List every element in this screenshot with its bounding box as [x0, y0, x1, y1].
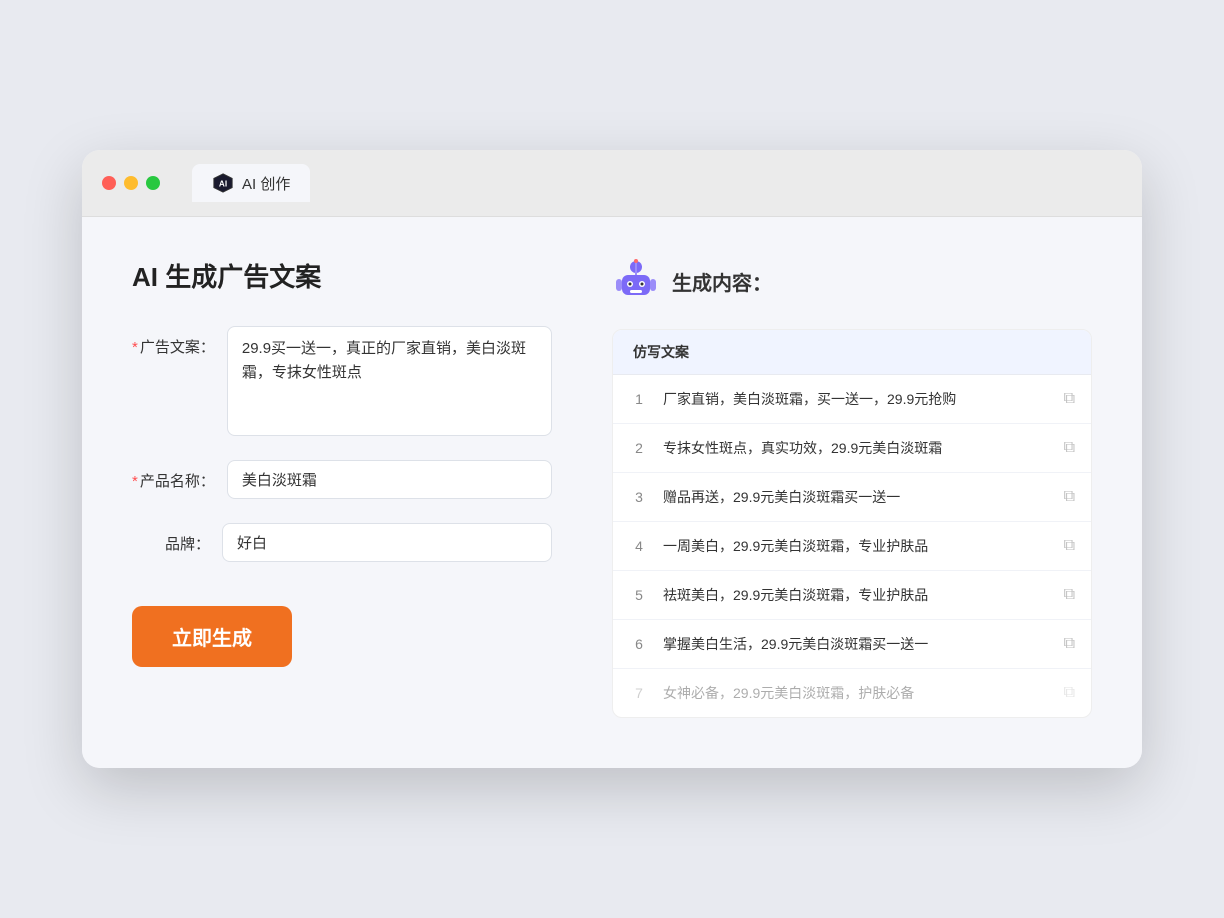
row-text: 一周美白，29.9元美白淡斑霜，专业护肤品	[663, 536, 1050, 556]
row-number: 4	[629, 538, 649, 554]
table-row: 6 掌握美白生活，29.9元美白淡斑霜买一送一 ⧉	[613, 620, 1091, 669]
result-table-header: 仿写文案	[613, 330, 1091, 375]
table-row: 1 厂家直销，美白淡斑霜，买一送一，29.9元抢购 ⧉	[613, 375, 1091, 424]
browser-content: AI 生成广告文案 *广告文案： 29.9买一送一，真正的厂家直销，美白淡斑霜，…	[82, 217, 1142, 768]
row-text: 专抹女性斑点，真实功效，29.9元美白淡斑霜	[663, 438, 1050, 458]
ai-tab-icon: AI	[212, 172, 234, 194]
row-text: 祛斑美白，29.9元美白淡斑霜，专业护肤品	[663, 585, 1050, 605]
product-name-input[interactable]	[227, 460, 552, 499]
row-text: 赠品再送，29.9元美白淡斑霜买一送一	[663, 487, 1050, 507]
row-number: 3	[629, 489, 649, 505]
brand-input[interactable]	[222, 523, 552, 562]
copy-icon[interactable]: ⧉	[1064, 537, 1075, 555]
browser-titlebar: AI AI 创作	[82, 150, 1142, 217]
result-header: 生成内容：	[612, 257, 1092, 305]
required-star-product: *	[132, 473, 138, 490]
table-row: 3 赠品再送，29.9元美白淡斑霜买一送一 ⧉	[613, 473, 1091, 522]
row-number: 6	[629, 636, 649, 652]
form-group-ad-copy: *广告文案： 29.9买一送一，真正的厂家直销，美白淡斑霜，专抹女性斑点	[132, 326, 552, 436]
traffic-lights	[102, 176, 160, 190]
browser-window: AI AI 创作 AI 生成广告文案 *广告文案： 29.9买一送一，真正的厂家…	[82, 150, 1142, 768]
copy-icon[interactable]: ⧉	[1064, 488, 1075, 506]
close-button[interactable]	[102, 176, 116, 190]
form-group-product-name: *产品名称：	[132, 460, 552, 499]
browser-tab[interactable]: AI AI 创作	[192, 164, 310, 202]
tab-title: AI 创作	[242, 173, 290, 194]
product-name-label: *产品名称：	[132, 460, 227, 491]
required-star-ad: *	[132, 339, 138, 356]
page-title: AI 生成广告文案	[132, 257, 552, 294]
copy-icon[interactable]: ⧉	[1064, 390, 1075, 408]
ad-copy-input[interactable]: 29.9买一送一，真正的厂家直销，美白淡斑霜，专抹女性斑点	[227, 326, 552, 436]
copy-icon[interactable]: ⧉	[1064, 684, 1075, 702]
form-group-brand: 品牌：	[132, 523, 552, 562]
copy-icon[interactable]: ⧉	[1064, 586, 1075, 604]
table-row: 2 专抹女性斑点，真实功效，29.9元美白淡斑霜 ⧉	[613, 424, 1091, 473]
generate-button[interactable]: 立即生成	[132, 606, 292, 667]
result-title: 生成内容：	[672, 267, 772, 296]
row-number: 7	[629, 685, 649, 701]
row-number: 5	[629, 587, 649, 603]
copy-icon[interactable]: ⧉	[1064, 635, 1075, 653]
copy-icon[interactable]: ⧉	[1064, 439, 1075, 457]
table-row: 7 女神必备，29.9元美白淡斑霜，护肤必备 ⧉	[613, 669, 1091, 717]
brand-label: 品牌：	[132, 523, 222, 554]
row-number: 1	[629, 391, 649, 407]
svg-text:AI: AI	[219, 180, 227, 189]
row-text: 厂家直销，美白淡斑霜，买一送一，29.9元抢购	[663, 389, 1050, 409]
robot-icon	[612, 257, 660, 305]
right-panel: 生成内容： 仿写文案 1 厂家直销，美白淡斑霜，买一送一，29.9元抢购 ⧉ 2 专抹女…	[612, 257, 1092, 718]
maximize-button[interactable]	[146, 176, 160, 190]
table-row: 5 祛斑美白，29.9元美白淡斑霜，专业护肤品 ⧉	[613, 571, 1091, 620]
ad-copy-label: *广告文案：	[132, 326, 227, 357]
row-number: 2	[629, 440, 649, 456]
row-text: 掌握美白生活，29.9元美白淡斑霜买一送一	[663, 634, 1050, 654]
minimize-button[interactable]	[124, 176, 138, 190]
table-row: 4 一周美白，29.9元美白淡斑霜，专业护肤品 ⧉	[613, 522, 1091, 571]
row-text: 女神必备，29.9元美白淡斑霜，护肤必备	[663, 683, 1050, 703]
result-rows-container: 1 厂家直销，美白淡斑霜，买一送一，29.9元抢购 ⧉ 2 专抹女性斑点，真实功效，29…	[613, 375, 1091, 717]
left-panel: AI 生成广告文案 *广告文案： 29.9买一送一，真正的厂家直销，美白淡斑霜，…	[132, 257, 552, 718]
result-table: 仿写文案 1 厂家直销，美白淡斑霜，买一送一，29.9元抢购 ⧉ 2 专抹女性斑点，真实…	[612, 329, 1092, 718]
